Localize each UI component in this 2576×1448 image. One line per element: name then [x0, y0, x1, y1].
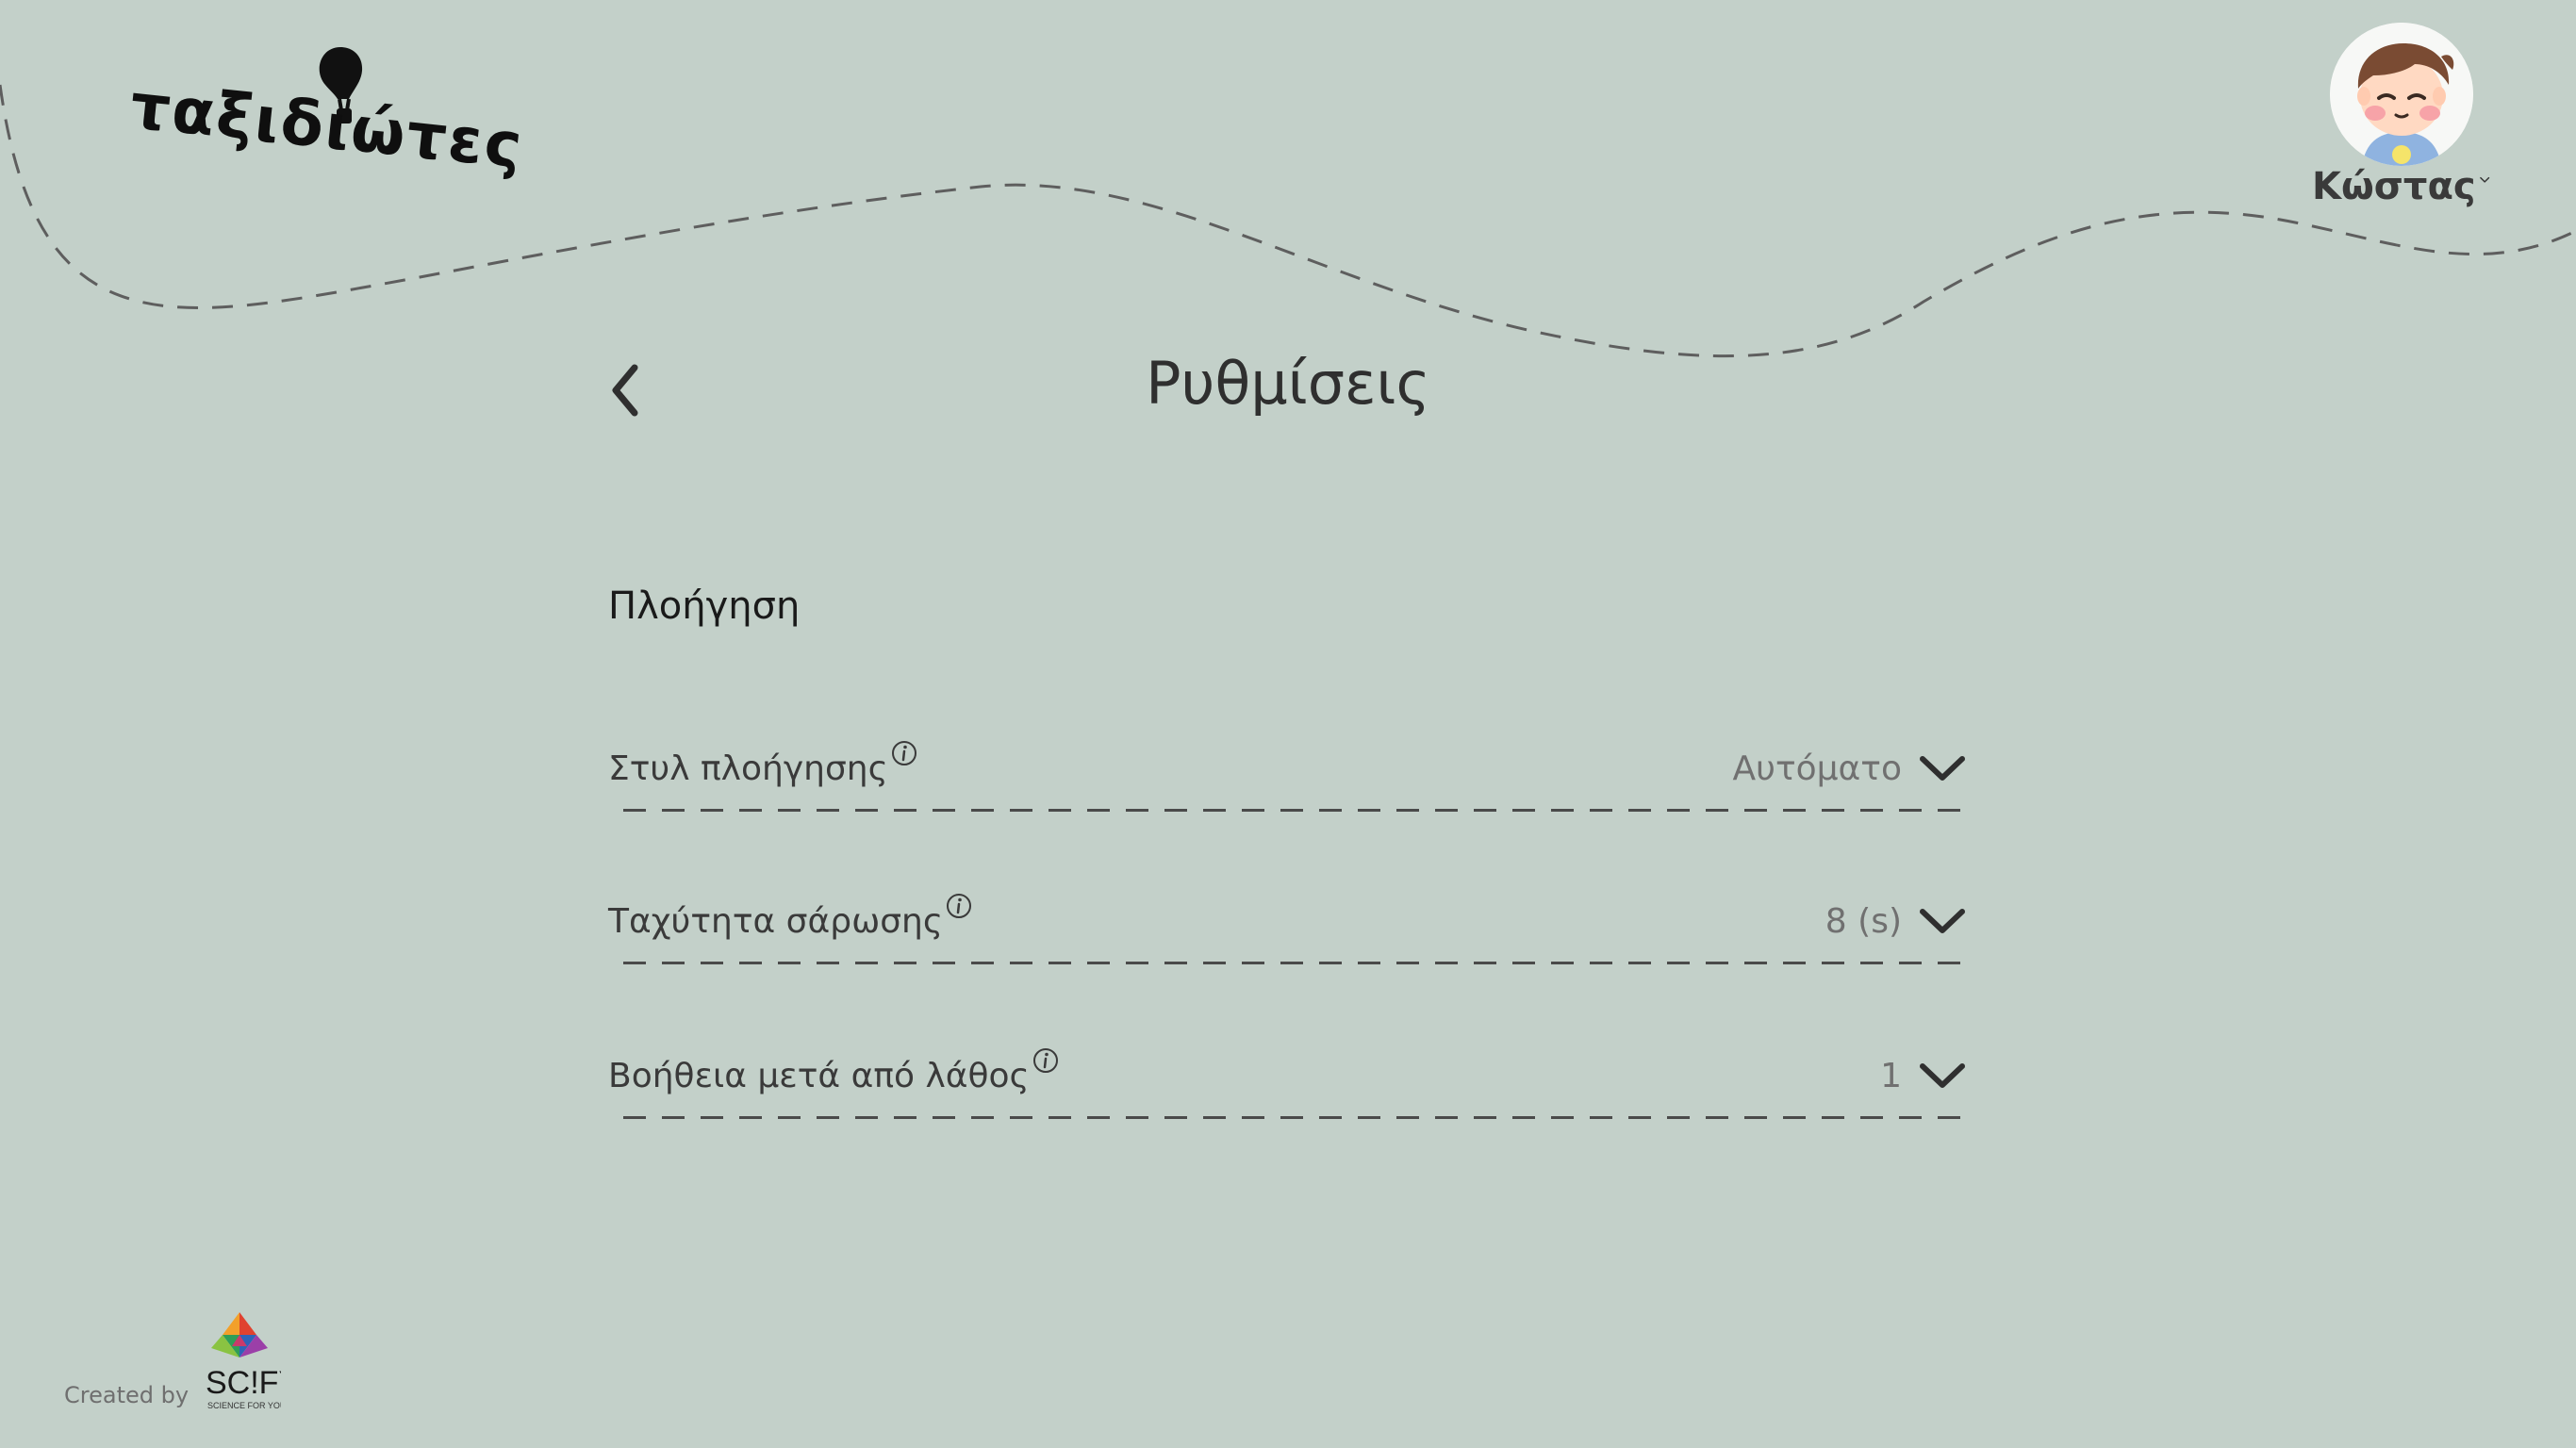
boy-avatar-icon [2330, 23, 2473, 166]
setting-label: Στυλ πλοήγησης [608, 749, 888, 788]
setting-value: 1 [1880, 1057, 1902, 1095]
info-icon[interactable] [1032, 1046, 1060, 1075]
setting-row-scan-speed: Ταχύτητα σάρωσης 8 (s) [608, 875, 1966, 969]
section-title: Πλοήγηση [608, 584, 801, 628]
info-icon[interactable] [890, 739, 918, 767]
scify-tagline: SCIENCE FOR YOU [207, 1401, 281, 1410]
chevron-left-icon [612, 364, 638, 417]
app-logo: ταξιδιώτες [127, 42, 527, 203]
help-after-error-dropdown[interactable]: 1 [1880, 1048, 1966, 1105]
info-icon[interactable] [945, 892, 973, 920]
chevron-down-icon [1920, 756, 1965, 781]
dashed-divider [623, 809, 1966, 812]
scify-brand-text: SC!FY [206, 1365, 281, 1401]
setting-label: Ταχύτητα σάρωσης [608, 902, 943, 941]
setting-label-group: Ταχύτητα σάρωσης [608, 894, 973, 941]
chevron-down-icon [1920, 1063, 1965, 1088]
created-by-footer: Created by SC!FY SCIENCE FOR YOU [64, 1310, 281, 1416]
scify-logo[interactable]: SC!FY SCIENCE FOR YOU [204, 1310, 281, 1416]
setting-label-group: Βοήθεια μετά από λάθος [608, 1048, 1060, 1095]
scify-diamond-icon [211, 1312, 269, 1358]
navigation-style-dropdown[interactable]: Αυτόματο [1733, 741, 1967, 798]
chevron-down-icon [1920, 909, 1965, 933]
chevron-down-icon [2479, 176, 2489, 183]
logo-mark: ταξιδιώτες [127, 47, 527, 183]
dashed-divider [623, 962, 1966, 964]
setting-row-navigation-style: Στυλ πλοήγησης Αυτόματο [608, 722, 1966, 816]
created-by-text: Created by [64, 1382, 190, 1408]
page-title: Ρυθμίσεις [1146, 349, 1430, 418]
user-name-row[interactable]: Κώστας [2312, 168, 2491, 206]
setting-value: 8 (s) [1825, 902, 1902, 941]
setting-label-group: Στυλ πλοήγησης [608, 741, 918, 788]
user-menu[interactable]: Κώστας [2312, 23, 2491, 211]
user-name: Κώστας [2312, 165, 2476, 208]
avatar[interactable] [2330, 23, 2473, 166]
scan-speed-dropdown[interactable]: 8 (s) [1825, 894, 1966, 950]
setting-label: Βοήθεια μετά από λάθος [608, 1057, 1030, 1095]
setting-row-help-after-error: Βοήθεια μετά από λάθος 1 [608, 1029, 1966, 1124]
dashed-divider [623, 1116, 1966, 1119]
back-button[interactable] [594, 354, 656, 427]
setting-value: Αυτόματο [1732, 749, 1903, 788]
